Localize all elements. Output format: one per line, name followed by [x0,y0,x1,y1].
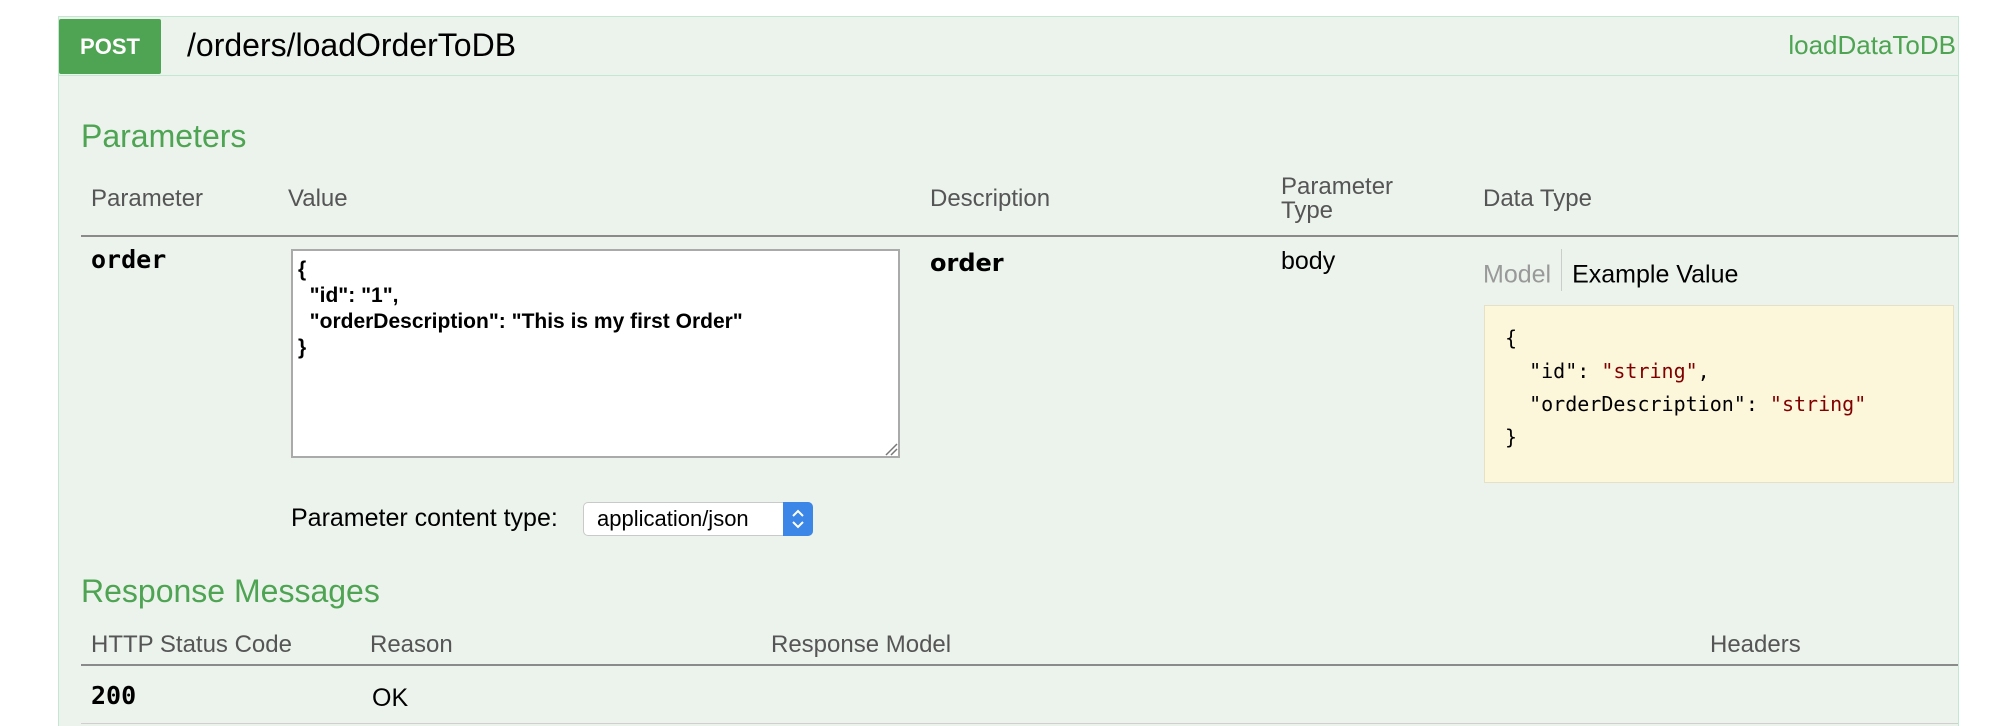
col-response-model: Response Model [771,631,952,658]
http-method-badge[interactable]: POST [59,19,161,74]
param-value-textarea[interactable]: { "id": "1", "orderDescription": "This i… [291,249,900,458]
example-id-value: "string" [1601,359,1698,383]
col-http-status-code: HTTP Status Code [91,631,292,658]
parameters-header-rule [81,235,1958,237]
operation-nickname-link[interactable]: loadDataToDB [1788,30,1956,61]
param-description: order [930,249,1004,277]
col-reason: Reason [370,631,453,658]
tab-divider [1561,249,1563,291]
responses-row-rule [81,723,1958,724]
example-value-box[interactable]: { "id": "string", "orderDescription": "s… [1484,305,1954,483]
col-parameter-type-line2: Type [1281,197,1334,224]
col-data-type: Data Type [1483,185,1592,212]
tab-example-value[interactable]: Example Value [1572,261,1738,289]
content-type-select[interactable]: application/json [583,502,813,536]
param-name: order [91,245,167,274]
content-type-selected: application/json [597,506,749,531]
col-parameter-type-line1: Parameter [1281,173,1394,200]
example-close-brace: } [1505,425,1518,449]
content-type-label: Parameter content type: [291,504,558,532]
col-headers: Headers [1710,631,1801,658]
col-parameter: Parameter [91,185,204,212]
operation-header[interactable]: POST /orders/loadOrderToDB loadDataToDB [59,17,1958,76]
responses-header-rule [81,664,1958,666]
param-type: body [1281,247,1336,275]
response-messages-title: Response Messages [81,573,380,609]
resize-grip-icon[interactable] [884,442,898,456]
example-id-key: "id": [1529,359,1602,383]
response-reason: OK [372,684,409,712]
parameters-title: Parameters [81,118,247,154]
col-description: Description [930,185,1051,212]
tab-model[interactable]: Model [1483,261,1551,289]
operation-path[interactable]: /orders/loadOrderToDB [187,27,516,64]
example-desc-value: "string" [1769,392,1867,416]
operation-panel: POST /orders/loadOrderToDB loadDataToDB … [58,16,1959,726]
example-id-comma: , [1697,359,1710,383]
data-type-tabs: Model Example Value [1483,249,1738,297]
col-value: Value [288,185,348,212]
col-parameter-type: Parameter Type [1281,175,1393,223]
example-open-brace: { [1505,326,1518,350]
response-status-code: 200 [91,681,137,710]
example-desc-key: "orderDescription": [1529,392,1770,416]
select-arrows-icon[interactable] [783,502,813,536]
